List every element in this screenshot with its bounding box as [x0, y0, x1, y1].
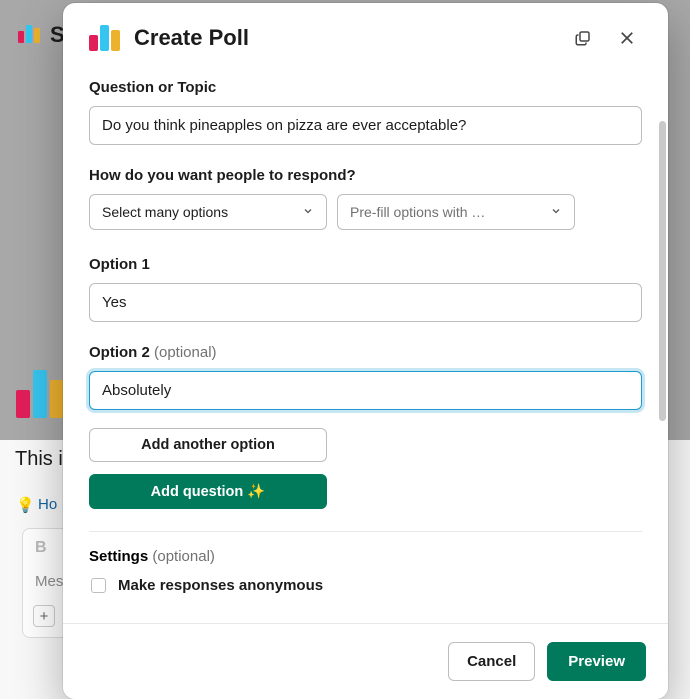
- simple-poll-logo-small: [18, 25, 40, 43]
- hint-link-fragment: Ho: [38, 496, 57, 513]
- option-2-label: Option 2 (optional): [89, 344, 642, 361]
- modal-header: Create Poll: [63, 3, 668, 67]
- chevron-down-icon: [302, 204, 314, 220]
- section-divider: [89, 531, 642, 532]
- modal-footer: Cancel Preview: [63, 623, 668, 699]
- scrollbar-thumb[interactable]: [659, 121, 666, 421]
- settings-heading: Settings (optional): [89, 548, 642, 565]
- modal-title: Create Poll: [134, 25, 554, 51]
- create-poll-modal: Create Poll Question or Topic How do you…: [63, 3, 668, 699]
- cancel-button[interactable]: Cancel: [448, 642, 535, 681]
- composer-attach-button[interactable]: +: [33, 605, 55, 627]
- option-1-label: Option 1: [89, 256, 642, 273]
- anonymous-checkbox[interactable]: [91, 578, 106, 593]
- response-type-select[interactable]: Select many options: [89, 194, 327, 230]
- add-question-label: Add question ✨: [151, 483, 266, 500]
- settings-label-text: Settings: [89, 548, 148, 565]
- option-1-input[interactable]: [89, 283, 642, 322]
- prefill-placeholder: Pre-fill options with …: [350, 204, 485, 220]
- response-type-value: Select many options: [102, 204, 228, 220]
- new-window-button[interactable]: [568, 23, 598, 53]
- bold-format-button[interactable]: B: [35, 539, 47, 557]
- option-2-input[interactable]: [89, 371, 642, 410]
- add-another-option-button[interactable]: Add another option: [89, 428, 327, 462]
- close-icon: [618, 29, 636, 47]
- add-question-button[interactable]: Add question ✨: [89, 474, 327, 509]
- close-button[interactable]: [612, 23, 642, 53]
- new-window-icon: [574, 29, 592, 47]
- question-label: Question or Topic: [89, 79, 642, 96]
- app-avatar-chart: [16, 370, 64, 418]
- prefill-select[interactable]: Pre-fill options with …: [337, 194, 575, 230]
- respond-label: How do you want people to respond?: [89, 167, 642, 184]
- preview-button[interactable]: Preview: [547, 642, 646, 681]
- simple-poll-logo-icon: [89, 25, 120, 51]
- anonymous-label: Make responses anonymous: [118, 577, 323, 594]
- optional-tag: (optional): [152, 548, 215, 565]
- chevron-down-icon: [550, 204, 562, 220]
- anonymous-setting-row[interactable]: Make responses anonymous: [91, 577, 642, 594]
- optional-tag: (optional): [154, 344, 217, 361]
- modal-body: Question or Topic How do you want people…: [63, 67, 668, 623]
- lightbulb-icon: 💡: [16, 496, 35, 514]
- question-input[interactable]: [89, 106, 642, 145]
- option-2-label-text: Option 2: [89, 344, 150, 361]
